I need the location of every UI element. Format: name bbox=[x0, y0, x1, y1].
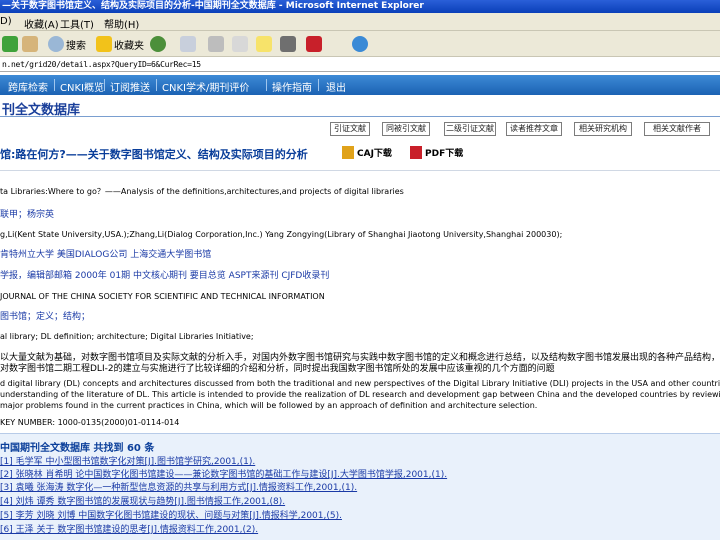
mail-icon bbox=[180, 36, 196, 52]
list-item[interactable]: [6] 王泽 关于 数字图书馆建设的思考[J].情报资料工作,2001,(2). bbox=[0, 522, 258, 535]
caj-download-label: CAJ下载 bbox=[357, 149, 392, 159]
menu-item-view[interactable]: D) bbox=[0, 16, 12, 27]
search-icon bbox=[48, 36, 64, 52]
divider bbox=[0, 170, 720, 171]
reference-link[interactable]: [3] 袁曦 张海涛 数字化—一种新型信息资源的共享与利用方式[J].情报资料工… bbox=[0, 483, 357, 493]
menu-item-help[interactable]: 帮助(H) bbox=[104, 16, 139, 31]
caj-icon bbox=[342, 146, 354, 159]
reference-link[interactable]: [2] 张晓林 肖希明 论中国数字化图书馆建设——兼论数字图书馆的基础工作与建设… bbox=[0, 470, 447, 480]
menu-item-favorites[interactable]: 收藏(A) bbox=[24, 16, 59, 31]
favorites-label: 收藏夹 bbox=[114, 40, 144, 52]
nav-item-guide[interactable]: 操作指南 bbox=[272, 79, 312, 94]
nav-item-cnki-overview[interactable]: CNKI概览 bbox=[60, 79, 104, 94]
caj-download-link[interactable]: CAJ下载 bbox=[342, 146, 392, 159]
list-item[interactable]: [2] 张晓林 肖希明 论中国数字化图书馆建设——兼论数字图书馆的基础工作与建设… bbox=[0, 467, 447, 480]
reference-link[interactable]: [1] 毛学军 中小型图书馆数字化对策[J].图书馆学研究,2001,(1). bbox=[0, 457, 255, 467]
nav-separator bbox=[318, 79, 319, 91]
list-item[interactable]: [4] 刘炜 谭秀 数字图书馆的发展现状与趋势[J].图书情报工作,2001,(… bbox=[0, 494, 285, 507]
nav-item-evaluation[interactable]: CNKI学术/期刊评价 bbox=[162, 79, 249, 94]
journal-field[interactable]: 学报，编辑部邮箱 2000年 01期 中文核心期刊 要目总览 ASPT来源刊 C… bbox=[0, 270, 720, 282]
refresh-button[interactable] bbox=[2, 35, 20, 53]
keywords-field[interactable]: 图书馆；定义；结构； bbox=[0, 311, 720, 323]
nav-item-logout[interactable]: 退出 bbox=[326, 79, 346, 94]
print-icon bbox=[208, 36, 224, 52]
abstract-line-2: 对数字图书馆二期工程DLI-2的建立与实施进行了比较详细的介绍和分析，同时提出我… bbox=[0, 364, 555, 374]
list-item[interactable]: [3] 袁曦 张海涛 数字化—一种新型信息资源的共享与利用方式[J].情报资料工… bbox=[0, 480, 357, 493]
nav-separator bbox=[266, 79, 267, 91]
co-cited-button[interactable]: 同被引文献 bbox=[382, 122, 430, 136]
users-button[interactable] bbox=[352, 35, 370, 53]
refresh-icon bbox=[2, 36, 18, 52]
list-item[interactable]: [5] 李芳 刘晓 刘博 中国数字化图书馆建设的现状、问题与对策[J].情报科学… bbox=[0, 508, 342, 521]
english-title: ta Libraries:Where to go？——Analysis of t… bbox=[0, 187, 404, 196]
references-heading: 中国期刊全文数据库 共找到 60 条 bbox=[0, 443, 155, 454]
users-icon bbox=[352, 36, 368, 52]
pdf-icon bbox=[410, 146, 422, 159]
nav-item-subscribe[interactable]: 订阅推送 bbox=[110, 79, 150, 94]
site-nav-bar: 跨库检索 CNKI概览 订阅推送 CNKI学术/期刊评价 操作指南 退出 bbox=[0, 75, 720, 95]
note-button[interactable] bbox=[256, 35, 274, 53]
mail-button[interactable] bbox=[180, 35, 198, 53]
messenger-icon bbox=[306, 36, 322, 52]
browser-toolbar: 搜索 收藏夹 bbox=[0, 31, 720, 57]
authors-field[interactable]: 联甲；杨宗英 bbox=[0, 209, 720, 221]
note-icon bbox=[256, 36, 272, 52]
related-institutions-button[interactable]: 相关研究机构 bbox=[574, 122, 632, 136]
media-button[interactable] bbox=[150, 35, 168, 53]
english-authors: g,Li(Kent State University,USA.);Zhang,L… bbox=[0, 230, 563, 239]
print-button[interactable] bbox=[208, 35, 226, 53]
menu-item-tools[interactable]: 工具(T) bbox=[60, 16, 94, 31]
reference-link[interactable]: [5] 李芳 刘晓 刘博 中国数字化图书馆建设的现状、问题与对策[J].情报科学… bbox=[0, 511, 342, 521]
related-authors-button[interactable]: 相关文献作者 bbox=[644, 122, 710, 136]
home-button[interactable] bbox=[22, 35, 40, 53]
favorites-button[interactable]: 收藏夹 bbox=[96, 35, 144, 53]
english-abstract-line-3: major problems found in the current prac… bbox=[0, 401, 538, 410]
list-item[interactable]: [1] 毛学军 中小型图书馆数字化对策[J].图书馆学研究,2001,(1). bbox=[0, 454, 255, 467]
english-keywords: al library; DL definition; architecture;… bbox=[0, 332, 254, 341]
article-title: 馆:路在何方?——关于数字图书馆定义、结构及实际项目的分析 bbox=[0, 148, 308, 161]
pdf-download-link[interactable]: PDF下载 bbox=[410, 146, 463, 159]
address-field[interactable]: n.net/grid20/detail.aspx?QueryID=6&CurRe… bbox=[0, 57, 720, 72]
english-journal: JOURNAL OF THE CHINA SOCIETY FOR SCIENTI… bbox=[0, 292, 325, 301]
reference-link[interactable]: [4] 刘炜 谭秀 数字图书馆的发展现状与趋势[J].图书情报工作,2001,(… bbox=[0, 497, 285, 507]
classification-number: KEY NUMBER: 1000-0135(2000)01-0114-014 bbox=[0, 418, 180, 427]
menu-bar: D) 收藏(A) 工具(T) 帮助(H) bbox=[0, 13, 720, 31]
research-button[interactable] bbox=[280, 35, 298, 53]
reader-recommend-button[interactable]: 读者推荐文章 bbox=[506, 122, 562, 136]
star-icon bbox=[96, 36, 112, 52]
search-label: 搜索 bbox=[66, 40, 86, 52]
divider bbox=[0, 116, 720, 117]
media-icon bbox=[150, 36, 166, 52]
nav-item-cross-search[interactable]: 跨库检索 bbox=[8, 79, 48, 94]
nav-separator bbox=[104, 79, 105, 91]
citing-articles-button[interactable]: 引证文献 bbox=[330, 122, 370, 136]
window-title-bar: —关于数字图书馆定义、结构及实际项目的分析-中国期刊全文数据库 - Micros… bbox=[0, 0, 720, 13]
nav-separator bbox=[54, 79, 55, 91]
pdf-download-label: PDF下载 bbox=[425, 149, 464, 159]
affiliation-field[interactable]: 肯特州立大学 美国DIALOG公司 上海交通大学图书馆 bbox=[0, 249, 720, 261]
search-button[interactable]: 搜索 bbox=[48, 35, 86, 53]
reference-link[interactable]: [6] 王泽 关于 数字图书馆建设的思考[J].情报资料工作,2001,(2). bbox=[0, 525, 258, 535]
edit-button[interactable] bbox=[232, 35, 250, 53]
second-level-citing-button[interactable]: 二级引证文献 bbox=[444, 122, 496, 136]
research-icon bbox=[280, 36, 296, 52]
home-icon bbox=[22, 36, 38, 52]
nav-separator bbox=[156, 79, 157, 91]
edit-icon bbox=[232, 36, 248, 52]
messenger-button[interactable] bbox=[306, 35, 324, 53]
